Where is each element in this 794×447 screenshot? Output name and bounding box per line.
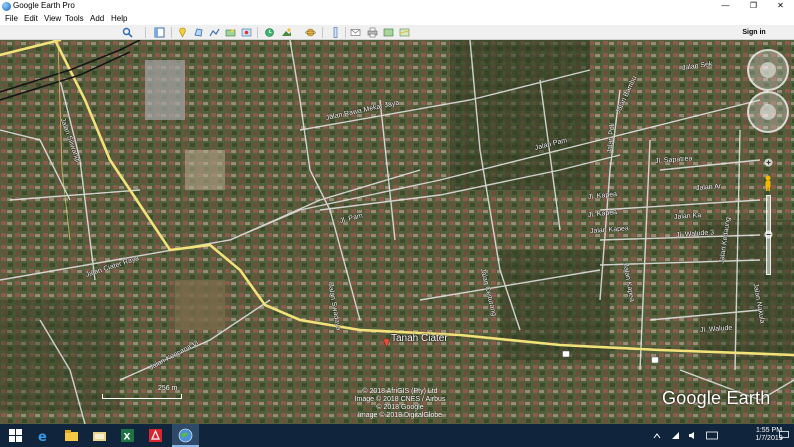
move-joystick[interactable]	[760, 104, 776, 120]
minimize-button[interactable]: —	[712, 0, 739, 13]
toolbar-separator	[322, 27, 323, 38]
placemark-icon[interactable]	[177, 27, 188, 38]
window-title: Google Earth Pro	[13, 1, 75, 10]
google-earth-app-icon	[2, 2, 11, 11]
menu-file[interactable]: File	[5, 14, 18, 23]
look-joystick[interactable]	[760, 62, 776, 78]
chevron-up-icon[interactable]	[653, 432, 661, 439]
credit-line: Image © 2018 DigitalGlobe	[357, 412, 443, 419]
placemark-label[interactable]: Tanah Ciater	[391, 333, 448, 344]
menu-add[interactable]: Add	[90, 14, 104, 23]
look-control[interactable]	[747, 49, 789, 91]
folder-icon[interactable]	[92, 428, 107, 443]
print-icon[interactable]	[367, 27, 378, 38]
acrobat-icon[interactable]	[148, 428, 163, 443]
svg-text:X: X	[124, 433, 131, 443]
menu-bar: File Edit View Tools Add Help	[0, 13, 794, 25]
restore-button[interactable]: ❐	[740, 0, 767, 13]
search-icon[interactable]	[122, 27, 133, 38]
toolbar-separator	[145, 27, 146, 38]
map-view[interactable]: Jalan Siliwangi Jalan Rawa Mekar Jaya Ja…	[0, 40, 794, 424]
toolbar-separator	[171, 27, 172, 38]
historical-imagery-icon[interactable]	[264, 27, 275, 38]
credit-line: Image © 2018 CNES / Airbus	[354, 396, 446, 403]
svg-text:e: e	[38, 430, 47, 443]
imagery-credits: © 2018 AfriGIS (Pty) Ltd Image © 2018 CN…	[335, 388, 465, 420]
zoom-in-icon[interactable]	[764, 158, 773, 167]
toolbar-separator	[345, 27, 346, 38]
move-control[interactable]	[747, 91, 789, 133]
menu-help[interactable]: Help	[111, 14, 127, 23]
title-bar: Google Earth Pro — ❐ ✕	[0, 0, 794, 13]
toolbar-separator	[257, 27, 258, 38]
notification-icon[interactable]	[779, 431, 789, 440]
close-button[interactable]: ✕	[767, 0, 794, 13]
view-in-maps-icon[interactable]	[399, 27, 410, 38]
network-icon[interactable]	[671, 431, 680, 440]
polygon-icon[interactable]	[193, 27, 204, 38]
road-marker-icon	[562, 350, 570, 358]
sidebar-icon[interactable]	[154, 27, 165, 38]
sun-icon[interactable]	[281, 27, 292, 38]
windows-taskbar: e X 1:55 PM 1/7/2019	[0, 424, 794, 447]
path-icon[interactable]	[209, 27, 220, 38]
keyboard-icon[interactable]	[706, 431, 718, 440]
edge-icon[interactable]: e	[36, 428, 51, 443]
file-explorer-icon[interactable]	[64, 428, 79, 443]
menu-edit[interactable]: Edit	[24, 14, 38, 23]
excel-icon[interactable]: X	[120, 428, 135, 443]
credit-line: © 2018 AfriGIS (Pty) Ltd	[362, 388, 438, 395]
toolbar: Sign in	[0, 25, 794, 40]
scale-label: 256 m	[158, 385, 178, 392]
zoom-out-icon[interactable]	[764, 230, 773, 239]
email-icon[interactable]	[350, 27, 361, 38]
placemark-pin-icon[interactable]	[383, 338, 390, 348]
street-view-pegman-icon[interactable]	[763, 175, 773, 191]
google-earth-logo: Google Earth	[662, 388, 771, 408]
planets-icon[interactable]	[305, 27, 316, 38]
ruler-icon[interactable]	[330, 27, 341, 38]
menu-tools[interactable]: Tools	[65, 14, 84, 23]
sign-in-button[interactable]: Sign in	[724, 27, 784, 38]
scale-bar	[102, 394, 182, 399]
road-marker-icon	[651, 356, 659, 364]
credit-line: © 2018 Google	[376, 404, 424, 411]
volume-icon[interactable]	[688, 431, 697, 440]
menu-view[interactable]: View	[44, 14, 61, 23]
tour-icon[interactable]	[241, 27, 252, 38]
overlay-icon[interactable]	[225, 27, 236, 38]
save-image-icon[interactable]	[383, 27, 394, 38]
google-earth-icon[interactable]	[178, 428, 193, 443]
windows-start-icon[interactable]	[8, 428, 23, 443]
